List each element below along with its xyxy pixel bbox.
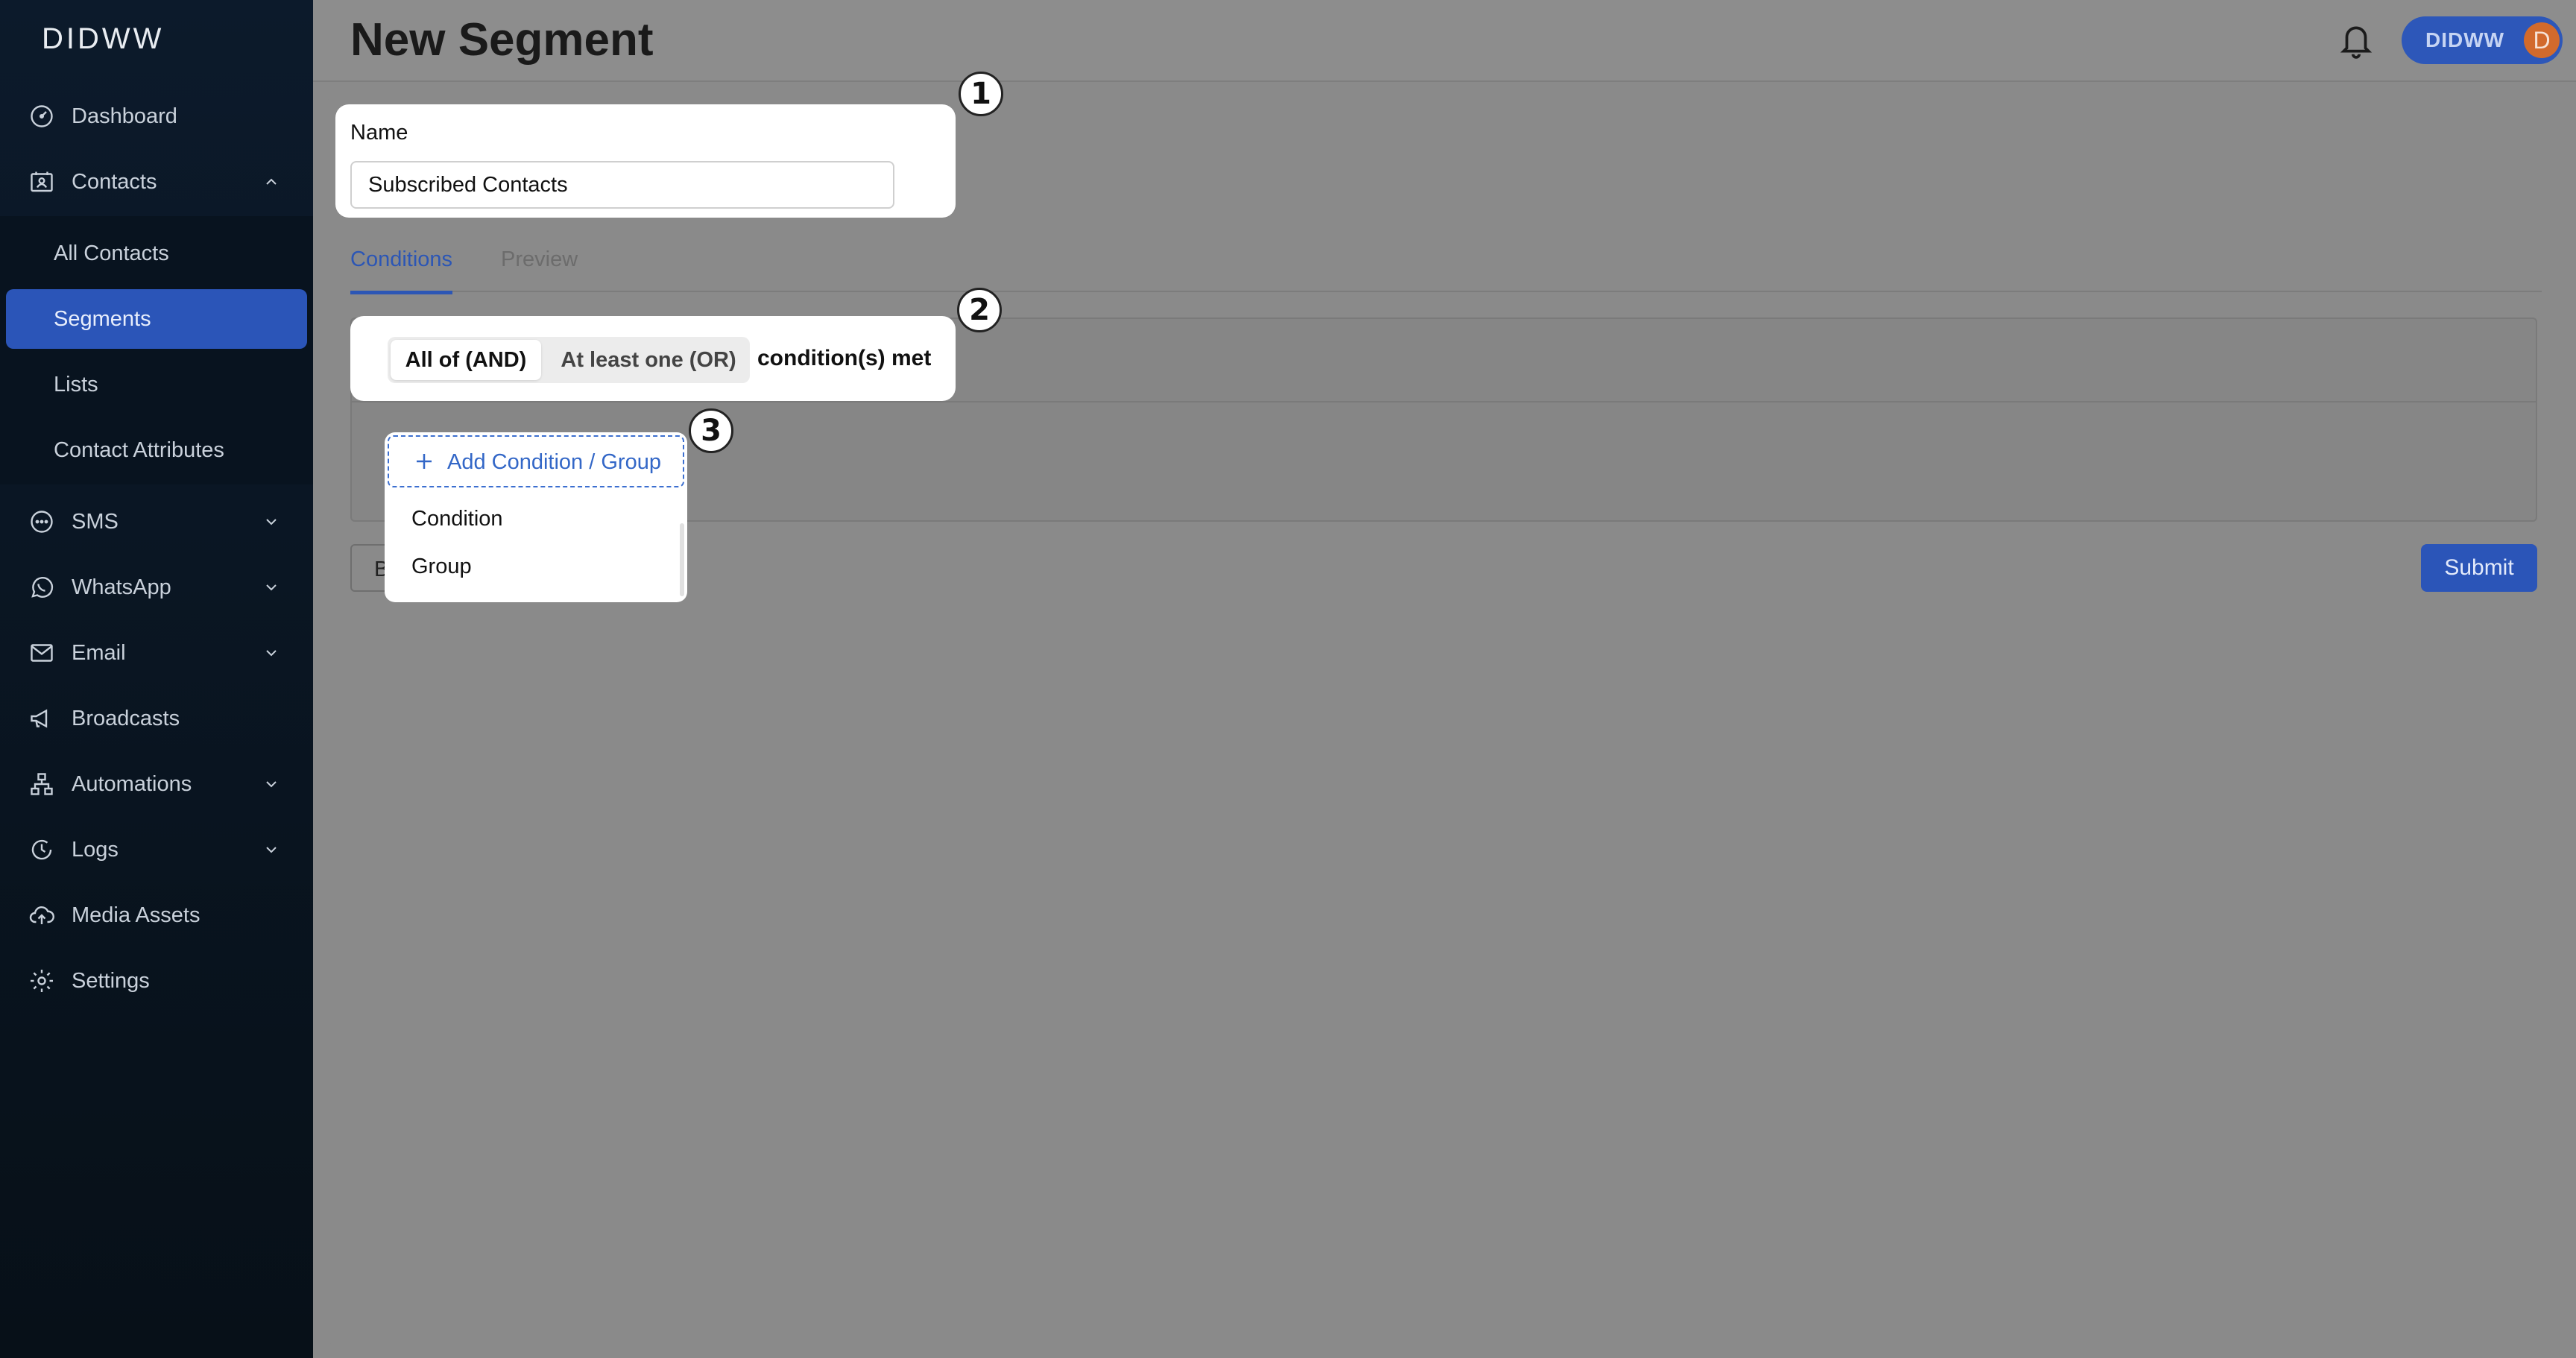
name-label: Name [350, 121, 408, 145]
sidebar-item-label: Dashboard [72, 104, 177, 128]
menu-item-condition[interactable]: Condition [411, 507, 503, 531]
callout-badge-2: 2 [957, 288, 1002, 332]
sidebar-item-label: Logs [72, 837, 119, 862]
sidebar-item-label: Email [72, 640, 126, 665]
divider [352, 401, 2536, 402]
cloud-upload-icon [29, 906, 54, 924]
user-name: DIDWW [2425, 28, 2505, 51]
menu-scrollbar[interactable] [680, 523, 684, 596]
chevron-down-icon [266, 584, 277, 591]
page-title: New Segment [350, 14, 654, 66]
sidebar-item-dashboard[interactable]: Dashboard [0, 86, 313, 146]
sidebar-item-automations[interactable]: Automations [0, 754, 313, 814]
name-field-card: Name [335, 104, 956, 218]
sidebar: DIDWW Dashboard Contacts All Contacts Se… [0, 0, 313, 1358]
sms-icon [31, 511, 53, 533]
logic-segmented-control: All of (AND) At least one (OR) [388, 337, 750, 383]
sidebar-item-label: WhatsApp [72, 575, 171, 599]
brand-logo[interactable]: DIDWW [42, 22, 164, 56]
sidebar-subitem-all-contacts[interactable]: All Contacts [6, 224, 307, 283]
gear-icon [31, 970, 53, 992]
contacts-icon [31, 171, 53, 192]
name-input[interactable] [350, 161, 894, 209]
submit-button[interactable]: Submit [2421, 544, 2537, 592]
sidebar-subitem-contact-attributes[interactable]: Contact Attributes [6, 420, 307, 480]
whatsapp-icon [31, 577, 54, 598]
automations-icon [31, 773, 53, 795]
sidebar-subitem-segments[interactable]: Segments [6, 289, 307, 349]
callout-badge-1: 1 [959, 72, 1003, 116]
add-condition-label: Add Condition / Group [447, 450, 661, 474]
sidebar-item-label: Broadcasts [72, 706, 180, 730]
add-condition-button[interactable]: Add Condition / Group [388, 435, 684, 487]
chevron-up-icon [266, 178, 277, 185]
sidebar-item-contacts[interactable]: Contacts [0, 152, 313, 212]
chevron-down-icon [266, 650, 277, 657]
callout-badge-3: 3 [689, 408, 733, 453]
conditions-met-label: condition(s) met [757, 346, 932, 370]
sidebar-subitem-label: All Contacts [54, 241, 169, 265]
sidebar-item-email[interactable]: Email [0, 623, 313, 683]
avatar: D [2524, 22, 2560, 58]
bell-icon[interactable] [2337, 19, 2375, 61]
tab-preview[interactable]: Preview [501, 247, 578, 272]
sidebar-item-settings[interactable]: Settings [0, 951, 313, 1011]
sidebar-item-logs[interactable]: Logs [0, 820, 313, 879]
menu-item-group[interactable]: Group [411, 555, 472, 579]
plus-icon [417, 454, 432, 469]
logic-or-button[interactable]: At least one (OR) [552, 340, 745, 380]
sidebar-item-sms[interactable]: SMS [0, 492, 313, 552]
email-icon [31, 644, 53, 662]
sidebar-subitem-label: Segments [54, 306, 151, 331]
sidebar-subitem-label: Lists [54, 372, 98, 397]
tab-bar: Conditions Preview [350, 239, 2542, 294]
logs-icon [31, 839, 52, 860]
sidebar-item-label: Contacts [72, 169, 157, 194]
chevron-down-icon [266, 847, 277, 853]
logic-selector-card: All of (AND) At least one (OR) condition… [350, 316, 956, 401]
sidebar-item-label: Automations [72, 771, 192, 796]
tab-conditions[interactable]: Conditions [350, 247, 453, 294]
chevron-down-icon [266, 519, 277, 525]
megaphone-icon [31, 709, 48, 728]
sidebar-subitem-label: Contact Attributes [54, 438, 224, 462]
user-menu-button[interactable]: DIDWW D [2402, 16, 2563, 64]
sidebar-item-media-assets[interactable]: Media Assets [0, 885, 313, 945]
sidebar-item-label: Media Assets [72, 903, 201, 927]
sidebar-item-label: SMS [72, 509, 119, 534]
sidebar-subitem-lists[interactable]: Lists [6, 355, 307, 414]
sidebar-item-whatsapp[interactable]: WhatsApp [0, 558, 313, 617]
dashboard-icon [31, 105, 53, 127]
add-condition-dropdown: Add Condition / Group Condition Group [385, 432, 687, 602]
sidebar-item-broadcasts[interactable]: Broadcasts [0, 689, 313, 748]
chevron-down-icon [266, 781, 277, 788]
sidebar-item-label: Settings [72, 968, 150, 993]
logic-and-button[interactable]: All of (AND) [391, 340, 541, 380]
top-bar: New Segment DIDWW D [313, 0, 2576, 82]
